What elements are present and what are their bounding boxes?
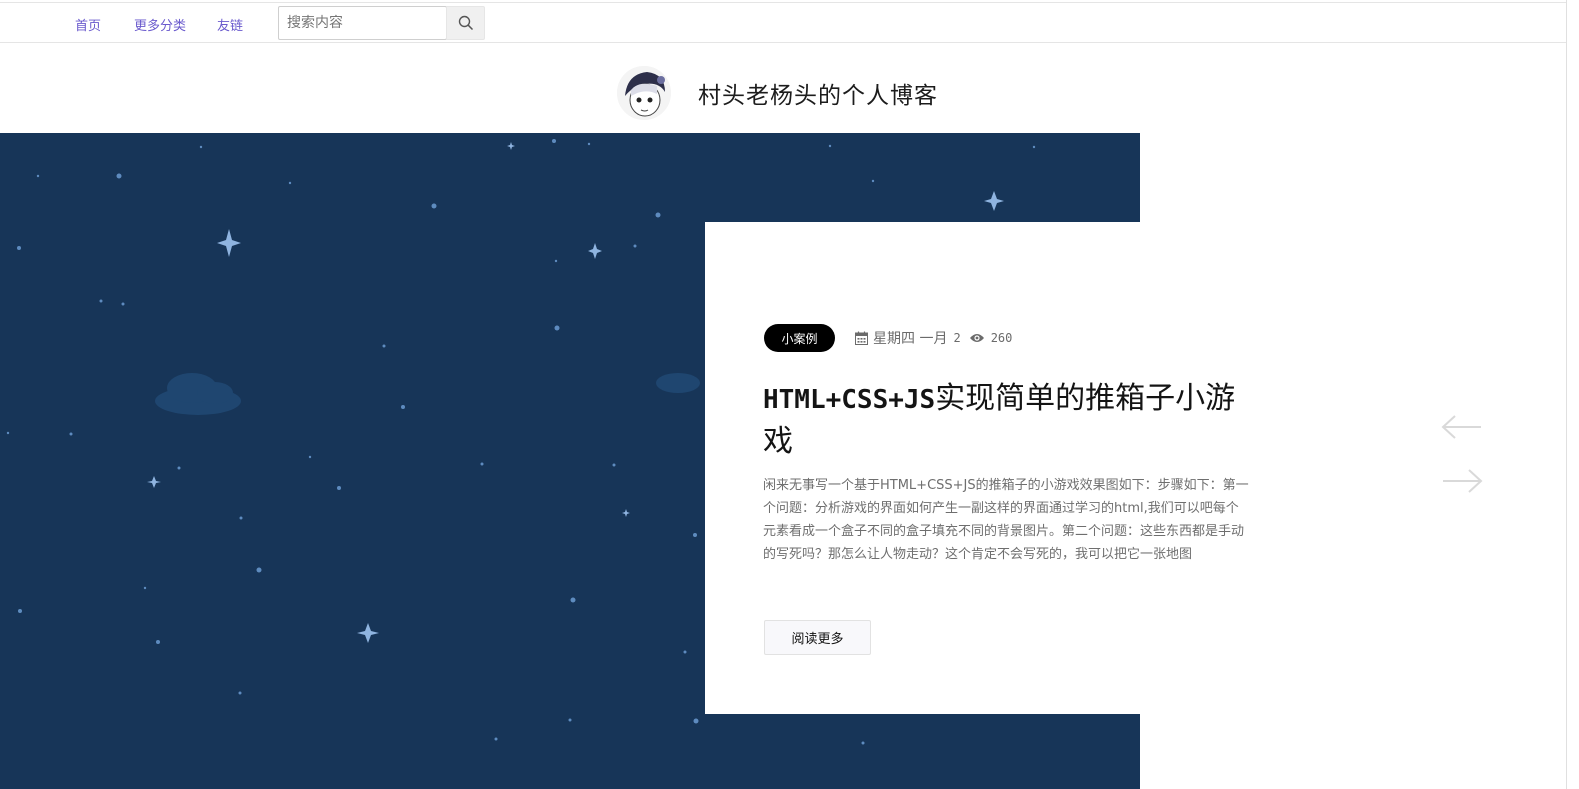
- search-input[interactable]: [278, 6, 447, 40]
- view-count: 260: [990, 331, 1013, 345]
- nav-link-categories[interactable]: 更多分类: [134, 15, 186, 34]
- arrow-left-icon[interactable]: [1441, 414, 1483, 440]
- read-more-button[interactable]: 阅读更多: [764, 620, 871, 655]
- calendar-icon: [855, 331, 868, 345]
- post-title[interactable]: HTML+CSS+JS实现简单的推箱子小游戏: [763, 378, 1253, 462]
- post-title-en: HTML+CSS+JS: [763, 385, 936, 415]
- search-icon: [458, 15, 473, 31]
- post-date: 星期四 一月: [873, 331, 948, 347]
- post-meta: 星期四 一月 2 260: [855, 328, 1012, 348]
- nav-link-home[interactable]: 首页: [75, 15, 101, 34]
- top-nav: 首页 更多分类 友链: [0, 2, 1566, 43]
- arrow-right-icon[interactable]: [1441, 468, 1483, 494]
- post-excerpt: 闲来无事写一个基于HTML+CSS+JS的推箱子的小游戏效果图如下：步骤如下：第…: [763, 478, 1249, 562]
- avatar[interactable]: [617, 66, 671, 120]
- site-title[interactable]: 村头老杨头的个人博客: [698, 76, 938, 110]
- nav-link-friends[interactable]: 友链: [217, 15, 243, 34]
- avatar-image: [617, 66, 671, 120]
- post-day: 2: [953, 331, 961, 345]
- scrollbar[interactable]: [1566, 0, 1579, 789]
- search-button[interactable]: [446, 6, 485, 40]
- eye-icon: [969, 334, 984, 342]
- category-badge[interactable]: 小案例: [764, 324, 835, 352]
